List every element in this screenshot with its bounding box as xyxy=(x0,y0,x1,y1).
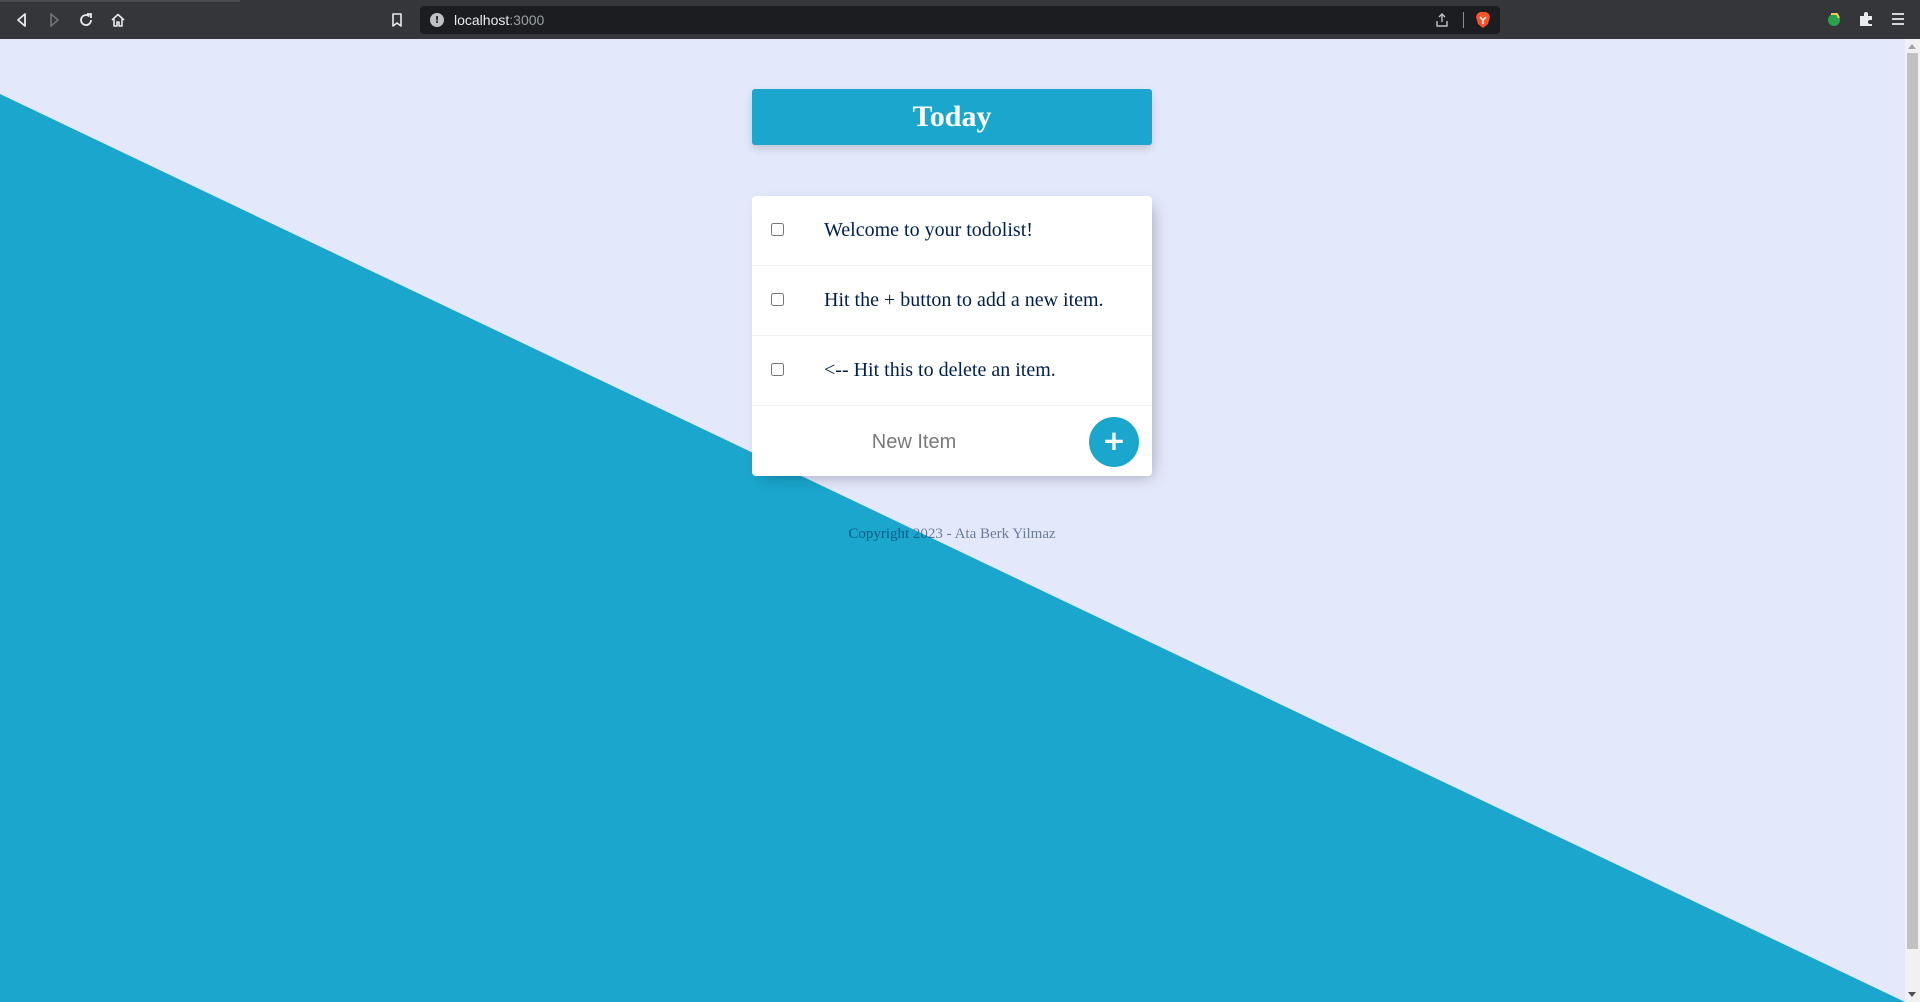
address-bar[interactable]: ! localhost:3000 xyxy=(420,6,1500,34)
item-text: Welcome to your todolist! xyxy=(824,219,1033,241)
new-item-input[interactable] xyxy=(782,424,1046,460)
footer-copyright: Copyright 2023 - Ata Berk Yilmaz xyxy=(848,526,1056,542)
url-port: :3000 xyxy=(509,12,545,28)
forward-icon[interactable] xyxy=(43,9,65,31)
wallet-icon[interactable] xyxy=(1825,10,1843,28)
scroll-down-icon[interactable] xyxy=(1908,992,1916,997)
item-checkbox[interactable] xyxy=(771,363,784,376)
tab-strip xyxy=(0,0,240,2)
url-text: localhost:3000 xyxy=(454,12,544,28)
back-icon[interactable] xyxy=(11,9,33,31)
list-item: <-- Hit this to delete an item. xyxy=(752,336,1152,406)
todo-list: Welcome to your todolist! Hit the + butt… xyxy=(752,196,1152,476)
browser-toolbar: ! localhost:3000 xyxy=(0,0,1920,39)
background-diagonal-shape xyxy=(0,94,1905,1002)
vertical-scrollbar[interactable] xyxy=(1905,39,1920,1002)
scroll-up-icon[interactable] xyxy=(1908,44,1916,49)
reload-icon[interactable] xyxy=(75,9,97,31)
omnibox-divider xyxy=(1463,12,1464,28)
home-icon[interactable] xyxy=(107,9,129,31)
heading-box: Today xyxy=(752,89,1152,145)
list-item: Welcome to your todolist! xyxy=(752,196,1152,266)
site-info-icon[interactable]: ! xyxy=(430,13,444,27)
list-item: Hit the + button to add a new item. xyxy=(752,266,1152,336)
url-host: localhost xyxy=(454,12,510,28)
new-item-form: + xyxy=(752,406,1152,476)
bookmark-icon[interactable] xyxy=(386,9,408,31)
page-title: Today xyxy=(912,100,992,133)
item-text: <-- Hit this to delete an item. xyxy=(824,359,1056,381)
scrollbar-thumb[interactable] xyxy=(1907,53,1918,949)
brave-shields-icon[interactable] xyxy=(1474,11,1492,29)
add-item-button[interactable]: + xyxy=(1089,417,1139,467)
share-icon[interactable] xyxy=(1434,12,1450,28)
item-text: Hit the + button to add a new item. xyxy=(824,289,1104,311)
item-checkbox[interactable] xyxy=(771,293,784,306)
menu-icon[interactable] xyxy=(1889,10,1907,28)
page-viewport: Today Welcome to your todolist! Hit the … xyxy=(0,39,1905,1002)
item-checkbox[interactable] xyxy=(771,223,784,236)
extensions-icon[interactable] xyxy=(1857,10,1875,28)
